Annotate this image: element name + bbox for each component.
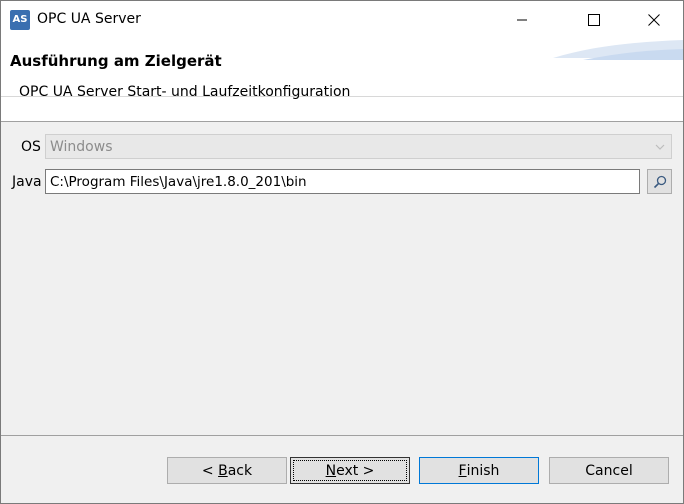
cancel-label: Cancel xyxy=(585,462,633,479)
back-rest: ack xyxy=(227,462,253,479)
maximize-button[interactable] xyxy=(571,1,617,38)
window-title: OPC UA Server xyxy=(37,11,141,27)
os-label: OS xyxy=(21,139,41,155)
wizard-header: Ausführung am Zielgerät OPC UA Server St… xyxy=(1,38,683,122)
minimize-button[interactable] xyxy=(499,1,545,38)
next-button[interactable]: Next > xyxy=(290,457,410,484)
java-path-input[interactable] xyxy=(45,169,640,194)
close-button[interactable] xyxy=(631,1,677,38)
finish-rest: inish xyxy=(466,462,500,479)
minimize-icon xyxy=(517,19,527,20)
os-select[interactable]: Windows xyxy=(45,134,672,159)
footer-divider xyxy=(1,435,683,436)
maximize-icon xyxy=(588,13,600,26)
app-icon: AS xyxy=(10,10,30,30)
back-prefix: < xyxy=(201,462,219,479)
header-decoration xyxy=(553,40,683,60)
finish-mnemonic: F xyxy=(458,462,467,479)
chevron-down-icon xyxy=(655,144,665,150)
search-icon xyxy=(653,175,666,188)
next-mnemonic: N xyxy=(325,462,337,479)
title-bar: AS OPC UA Server xyxy=(1,1,683,38)
java-label: Java xyxy=(12,174,42,190)
os-select-value: Windows xyxy=(50,139,113,155)
browse-button[interactable] xyxy=(647,169,672,194)
next-rest: ext > xyxy=(336,462,375,479)
back-button[interactable]: < Back xyxy=(167,457,287,484)
page-title: Ausführung am Zielgerät xyxy=(10,52,222,70)
wizard-window: AS OPC UA Server Ausführung am Zielgerät… xyxy=(0,0,684,504)
back-mnemonic: B xyxy=(218,462,228,479)
page-subtitle: OPC UA Server Start- und Laufzeitkonfigu… xyxy=(19,84,351,100)
finish-button[interactable]: Finish xyxy=(419,457,539,484)
cancel-button[interactable]: Cancel xyxy=(549,457,669,484)
close-icon xyxy=(648,13,660,26)
